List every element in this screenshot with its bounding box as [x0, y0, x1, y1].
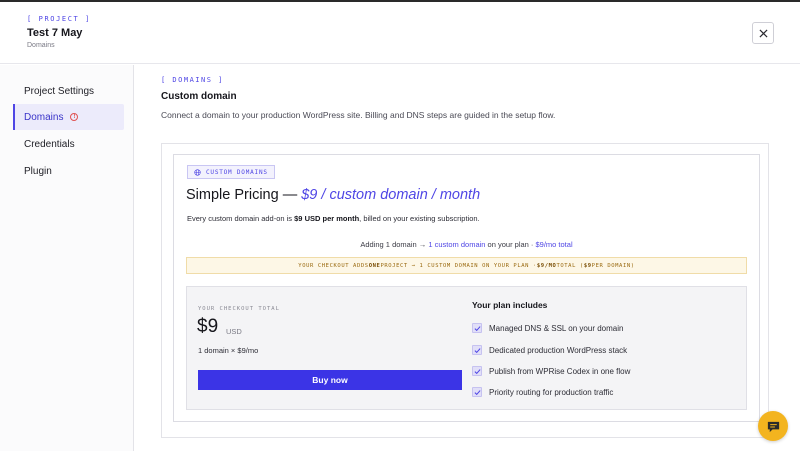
close-icon [758, 28, 768, 38]
checkmark-icon [472, 366, 482, 376]
sidebar-item-label: Credentials [24, 138, 75, 150]
adding-summary: Adding 1 domain → 1 custom domain on you… [173, 240, 760, 249]
project-tag: [ PROJECT ] [27, 15, 91, 23]
notice-after-price: TOTAL ( [556, 262, 584, 269]
sidebar-item-plugin[interactable]: Plugin [13, 158, 124, 184]
plan-feature-label: Publish from WPRise Codex in one flow [489, 366, 631, 376]
checkmark-icon [472, 323, 482, 333]
checkout-notice: YOUR CHECKOUT ADDS ONE PROJECT → 1 CUSTO… [186, 257, 747, 274]
notice-bold-per: $9 [583, 262, 592, 269]
adding-middle: on your plan · [485, 240, 536, 249]
checkmark-icon [472, 387, 482, 397]
checkout-price: $9 [197, 316, 219, 337]
sidebar-item-label: Plugin [24, 165, 52, 177]
buy-now-button[interactable]: Buy now [198, 370, 462, 390]
close-button[interactable] [752, 22, 774, 44]
checkout-total-label: YOUR CHECKOUT TOTAL [198, 306, 280, 312]
adding-prefix: Adding 1 domain → [360, 240, 429, 249]
badge-label: CUSTOM DOMAINS [206, 168, 268, 176]
pricing-title-text: Simple Pricing — [186, 187, 302, 203]
checkout-panel [186, 286, 747, 410]
adding-total: $9/mo total [535, 240, 573, 249]
sidebar-item-label: Domains [24, 111, 64, 123]
plan-feature-item: Priority routing for production traffic [472, 386, 613, 398]
checkmark-icon [472, 345, 482, 355]
section-description: Connect a domain to your production Word… [161, 110, 556, 120]
chat-icon [767, 421, 779, 432]
section-tag: [ DOMAINS ] [161, 76, 224, 84]
plan-includes-title: Your plan includes [472, 300, 548, 310]
notice-suffix: PER DOMAIN) [591, 262, 635, 269]
notice-middle: PROJECT → 1 CUSTOM DOMAIN ON YOUR PLAN · [380, 262, 537, 269]
globe-icon [194, 168, 201, 176]
section-title: Custom domain [161, 91, 237, 102]
adding-link[interactable]: 1 custom domain [428, 240, 485, 249]
chat-button[interactable] [758, 411, 788, 441]
sidebar-item-project-settings[interactable]: Project Settings [13, 78, 124, 104]
notice-bold-one: ONE [368, 262, 381, 269]
plan-feature-label: Dedicated production WordPress stack [489, 345, 628, 355]
pricing-desc-suffix: , billed on your existing subscription. [359, 214, 480, 223]
custom-domains-badge: CUSTOM DOMAINS [187, 165, 275, 179]
pricing-title: Simple Pricing — $9 / custom domain / mo… [186, 187, 480, 203]
project-title: Test 7 May [27, 27, 83, 39]
plan-feature-item: Dedicated production WordPress stack [472, 344, 627, 356]
plan-feature-label: Priority routing for production traffic [489, 387, 614, 397]
plan-feature-label: Managed DNS & SSL on your domain [489, 323, 624, 333]
warning-icon: ! [70, 113, 79, 121]
plan-feature-item: Publish from WPRise Codex in one flow [472, 365, 630, 377]
pricing-description: Every custom domain add-on is $9 USD per… [187, 214, 480, 223]
pricing-title-highlight: $9 / custom domain / month [301, 187, 481, 203]
pricing-desc-bold: $9 USD per month [294, 214, 360, 223]
sidebar-item-credentials[interactable]: Credentials [13, 131, 124, 157]
plan-feature-item: Managed DNS & SSL on your domain [472, 322, 623, 334]
checkout-breakdown: 1 domain × $9/mo [198, 346, 259, 355]
notice-bold-price: $9/MO [536, 262, 557, 269]
sidebar-item-domains[interactable]: Domains ! [13, 104, 124, 130]
notice-prefix: YOUR CHECKOUT ADDS [298, 262, 369, 269]
checkout-currency: USD [226, 327, 242, 336]
modal-header: [ PROJECT ] Test 7 May Domains [0, 2, 800, 64]
project-subtitle: Domains [27, 42, 55, 49]
pricing-desc-prefix: Every custom domain add-on is [187, 214, 295, 223]
sidebar: Project Settings Domains ! Credentials P… [0, 65, 134, 451]
sidebar-item-label: Project Settings [24, 85, 95, 97]
